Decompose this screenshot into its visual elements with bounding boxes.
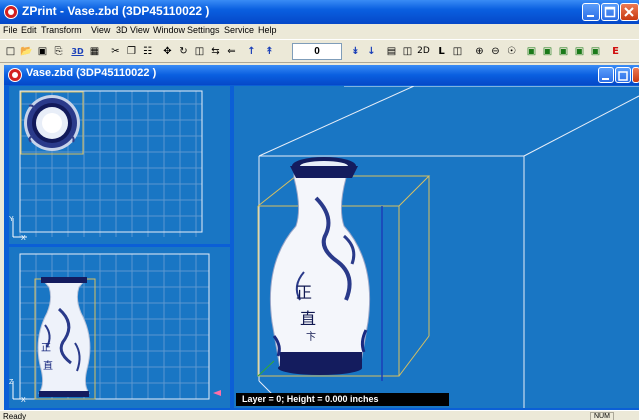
layer-top-icon[interactable]: ↟	[262, 44, 277, 59]
num-lock-indicator: NUM	[590, 412, 614, 420]
vase-side-glyph-2: 直	[43, 359, 53, 372]
mirror-icon[interactable]: ⇆	[208, 44, 223, 59]
zoom-fit-icon[interactable]: ☉	[504, 44, 519, 59]
vase-side-render: 正 直	[37, 277, 91, 397]
menu-file[interactable]: File	[3, 25, 18, 35]
document-icon[interactable]	[8, 68, 22, 82]
minimize-button[interactable]	[582, 3, 600, 21]
maximize-button[interactable]	[601, 3, 619, 21]
view-left-icon[interactable]: ▣	[556, 44, 571, 59]
cut-icon[interactable]: ✂	[108, 44, 123, 59]
vase-3d-render: 正 直 卞	[269, 157, 371, 375]
layer-bottom-icon[interactable]: ↡	[348, 44, 363, 59]
status-bar: Ready NUM	[0, 410, 639, 420]
doc-maximize-button[interactable]	[615, 67, 631, 83]
vase-top-render	[24, 95, 80, 151]
title-bar: ZPrint - Vase.zbd (3DP45110022 )	[0, 0, 639, 24]
doc-close-button[interactable]	[632, 67, 639, 83]
box-view-icon[interactable]: ◫	[450, 44, 465, 59]
top-view-canvas: Y X	[9, 90, 203, 242]
rotate-icon[interactable]: ↻	[176, 44, 191, 59]
3d-print-button[interactable]: 3D	[70, 44, 85, 59]
pink-marker-icon	[213, 390, 221, 396]
vase-glyph-1: 正	[296, 283, 312, 302]
menu-view[interactable]: View	[91, 25, 110, 35]
new-file-icon[interactable]: □	[3, 44, 18, 59]
zoom-in-icon[interactable]: ⊕	[472, 44, 487, 59]
menu-bar: File Edit Transform View 3D View Window …	[0, 24, 639, 39]
print-setup-icon[interactable]: ⎘	[51, 44, 66, 59]
axis-x-label: X	[21, 397, 26, 404]
menu-service[interactable]: Service	[224, 25, 254, 35]
minimize-icon	[602, 78, 609, 80]
close-icon	[624, 7, 634, 17]
align-icon[interactable]: ⇐	[224, 44, 239, 59]
side-view-viewport[interactable]: 正 直 Z X	[9, 247, 230, 408]
vase-side-glyph-1: 正	[41, 343, 51, 354]
view-right-icon[interactable]: ▣	[572, 44, 587, 59]
menu-transform[interactable]: Transform	[41, 25, 82, 35]
side-view-canvas: 正 直 Z X	[9, 253, 221, 404]
view-iso-icon[interactable]: ▣	[588, 44, 603, 59]
paste-icon[interactable]: ☷	[140, 44, 155, 59]
restore-icon	[618, 71, 628, 81]
maximize-icon	[604, 6, 616, 18]
layer-status-label: Layer = 0; Height = 0.000 inches	[236, 393, 449, 406]
minimize-icon	[587, 15, 594, 17]
axis-x-label: X	[21, 235, 26, 242]
view-back-icon[interactable]: ▣	[540, 44, 555, 59]
view-l-button[interactable]: L	[434, 44, 449, 59]
close-button[interactable]	[620, 3, 639, 21]
save-icon[interactable]: ▣	[35, 44, 50, 59]
document-window: Vase.zbd (3DP45110022 ) Y X 正 直 Z X 正 直 …	[4, 65, 639, 410]
view-front-icon[interactable]: ▣	[524, 44, 539, 59]
axis-y-label: Y	[9, 216, 14, 223]
view-2d-button[interactable]: 2D	[416, 44, 431, 59]
menu-edit[interactable]: Edit	[21, 25, 37, 35]
axis-z-label: Z	[9, 379, 14, 386]
menu-settings[interactable]: Settings	[187, 25, 220, 35]
document-title-bar: Vase.zbd (3DP45110022 )	[4, 65, 639, 85]
top-view-viewport[interactable]: Y X	[9, 86, 230, 244]
toolbar: □ 📂 ▣ ⎘ 3D ▦ ✂ ❐ ☷ ✥ ↻ ◫ ⇆ ⇐ ↑ ↟ 0 ↡ ↓ ▤…	[0, 39, 639, 63]
doc-minimize-button[interactable]	[598, 67, 614, 83]
3d-view-viewport[interactable]: 正 直 卞 Layer = 0; Height = 0.000 inches	[234, 86, 639, 408]
zoom-out-icon[interactable]: ⊖	[488, 44, 503, 59]
scale-icon[interactable]: ◫	[192, 44, 207, 59]
menu-help[interactable]: Help	[258, 25, 277, 35]
move-icon[interactable]: ✥	[160, 44, 175, 59]
layer-up-icon[interactable]: ↑	[244, 44, 259, 59]
status-text: Ready	[3, 412, 27, 420]
grid-icon[interactable]: ▦	[87, 44, 102, 59]
document-title: Vase.zbd (3DP45110022 )	[26, 67, 157, 79]
layer-input[interactable]: 0	[292, 43, 342, 60]
layer-down-icon[interactable]: ↓	[364, 44, 379, 59]
eject-button[interactable]: E	[608, 44, 623, 59]
app-icon[interactable]	[4, 5, 18, 19]
slice-view-icon[interactable]: ▤	[384, 44, 399, 59]
open-folder-icon[interactable]: 📂	[19, 44, 34, 59]
menu-3d-view[interactable]: 3D View	[116, 25, 149, 35]
menu-window[interactable]: Window	[153, 25, 185, 35]
vase-glyph-2: 直	[300, 309, 316, 328]
vase-glyph-3: 卞	[306, 330, 316, 343]
window-title: ZPrint - Vase.zbd (3DP45110022 )	[22, 4, 210, 18]
wireframe-icon[interactable]: ◫	[400, 44, 415, 59]
copy-icon[interactable]: ❐	[124, 44, 139, 59]
3d-view-canvas: 正 直 卞	[257, 86, 639, 408]
